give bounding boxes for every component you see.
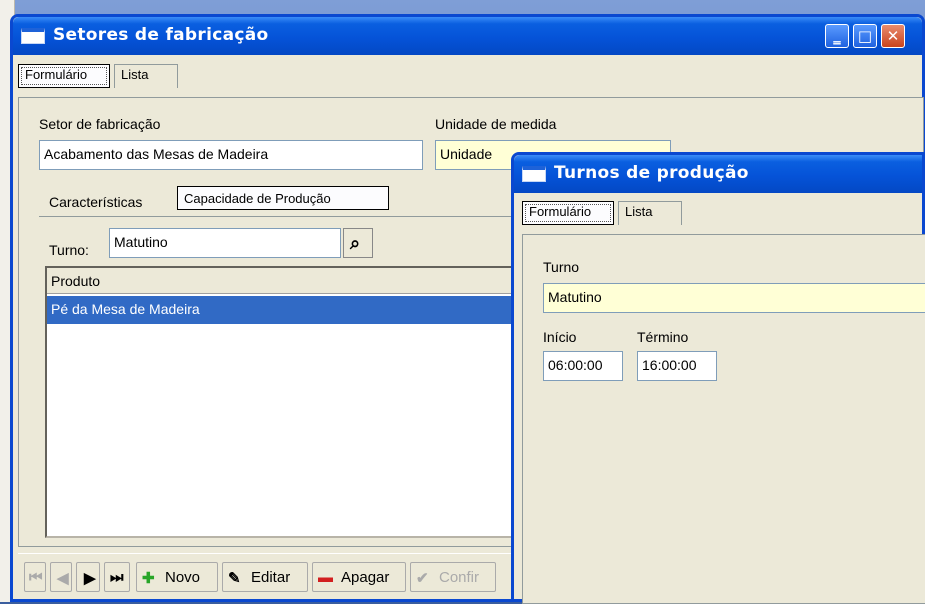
inicio-field[interactable]: 06:00:00 bbox=[543, 351, 623, 381]
novo-label: Novo bbox=[165, 569, 201, 586]
delete-icon: ▬ bbox=[318, 569, 333, 586]
table-row[interactable]: Pé da Mesa de Madeira bbox=[47, 296, 523, 324]
title-bar[interactable]: Setores de fabricação ‗ □ ✕ bbox=[13, 17, 922, 55]
novo-button[interactable]: ✚ Novo bbox=[136, 562, 218, 592]
title-bar[interactable]: Turnos de produção bbox=[514, 155, 922, 193]
termino-label: Término bbox=[637, 329, 689, 345]
maximize-button[interactable]: □ bbox=[853, 24, 877, 48]
turno-label: Turno bbox=[543, 259, 580, 275]
tab-formulario[interactable]: Formulário bbox=[18, 64, 110, 88]
last-icon: ⏭ bbox=[110, 569, 124, 586]
edit-icon: ✎ bbox=[228, 570, 241, 587]
confirmar-label: Confir bbox=[439, 569, 480, 586]
tab-caracteristicas[interactable]: Características bbox=[49, 194, 142, 210]
tab-capacidade[interactable]: Capacidade de Produção bbox=[177, 186, 389, 210]
next-record-button[interactable]: ▶ bbox=[76, 562, 100, 592]
setor-label: Setor de fabricação bbox=[39, 116, 161, 132]
next-icon: ▶ bbox=[84, 570, 96, 587]
turno-field[interactable]: Matutino bbox=[109, 228, 341, 258]
add-icon: ✚ bbox=[142, 570, 155, 587]
turno-field[interactable]: Matutino bbox=[543, 283, 925, 313]
confirmar-button[interactable]: ✔ Confir bbox=[410, 562, 496, 592]
produto-grid: Produto Pé da Mesa de Madeira bbox=[45, 266, 525, 538]
minimize-button[interactable]: ‗ bbox=[825, 24, 849, 48]
turno-label: Turno: bbox=[49, 242, 89, 258]
prev-record-button[interactable]: ◀ bbox=[50, 562, 72, 592]
inner-tabs-divider bbox=[39, 216, 519, 217]
check-icon: ✔ bbox=[416, 570, 429, 587]
window-icon bbox=[21, 28, 45, 44]
apagar-button[interactable]: ▬ Apagar bbox=[312, 562, 406, 592]
turnos-form-panel: Turno Matutino Início 06:00:00 Término 1… bbox=[522, 234, 925, 604]
tab-formulario[interactable]: Formulário bbox=[522, 201, 614, 225]
prev-icon: ◀ bbox=[57, 570, 69, 587]
window-title: Turnos de produção bbox=[554, 163, 749, 183]
close-button[interactable]: ✕ bbox=[881, 24, 905, 48]
tab-lista[interactable]: Lista bbox=[114, 64, 178, 88]
grid-header-produto[interactable]: Produto bbox=[47, 268, 523, 294]
last-record-button[interactable]: ⏭ bbox=[104, 562, 130, 592]
setor-field[interactable]: Acabamento das Mesas de Madeira bbox=[39, 140, 423, 170]
turnos-window: Turnos de produção Formulário Lista Turn… bbox=[511, 152, 925, 604]
editar-label: Editar bbox=[251, 569, 291, 586]
unidade-label: Unidade de medida bbox=[435, 116, 557, 132]
turno-lookup-button[interactable]: ⌕ bbox=[343, 228, 373, 258]
close-icon: ✕ bbox=[886, 27, 900, 45]
window-icon bbox=[522, 166, 546, 182]
search-icon: ⌕ bbox=[350, 233, 361, 253]
maximize-icon: □ bbox=[857, 27, 873, 45]
apagar-label: Apagar bbox=[341, 569, 390, 586]
minimize-icon: ‗ bbox=[833, 27, 841, 45]
inicio-label: Início bbox=[543, 329, 577, 345]
window-title: Setores de fabricação bbox=[53, 25, 269, 45]
first-record-button[interactable]: ⏮ bbox=[24, 562, 46, 592]
first-icon: ⏮ bbox=[29, 569, 43, 586]
editar-button[interactable]: ✎ Editar bbox=[222, 562, 308, 592]
tab-lista[interactable]: Lista bbox=[618, 201, 682, 225]
termino-field[interactable]: 16:00:00 bbox=[637, 351, 717, 381]
